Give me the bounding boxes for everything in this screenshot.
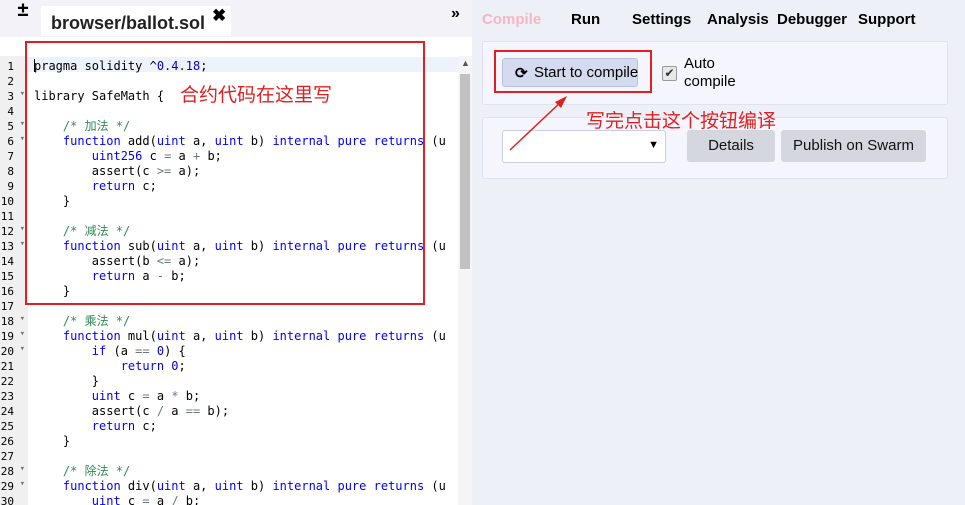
details-button-label: Details — [708, 137, 754, 154]
code-line: /* 除法 */ — [34, 464, 131, 478]
line-number: 26 — [0, 435, 14, 448]
auto-compile-label: Auto compile — [684, 55, 736, 90]
code-line: uint c = a / b; — [91, 494, 201, 505]
tab-compile[interactable]: Compile — [482, 11, 541, 28]
editor-scrollbar[interactable]: ▲ — [458, 56, 472, 505]
file-tab-bar: ± browser/ballot.sol ✖ » — [0, 0, 472, 37]
file-tab[interactable]: browser/ballot.sol ✖ — [41, 6, 231, 36]
new-file-icon[interactable]: ± — [13, 0, 33, 26]
code-line: return c; — [91, 419, 157, 433]
code-line: /* 乘法 */ — [34, 314, 131, 328]
auto-compile-checkbox[interactable]: ✔ — [662, 66, 677, 81]
scroll-up-icon[interactable]: ▲ — [461, 58, 470, 68]
fold-icon[interactable]: ▾ — [20, 464, 25, 474]
fold-icon[interactable]: ▾ — [20, 329, 25, 339]
line-number: 21 — [0, 360, 14, 373]
code-line: if (a == 0) { — [91, 344, 186, 358]
code-line: uint c = a * b; — [91, 389, 201, 403]
close-icon[interactable]: ✖ — [212, 6, 226, 26]
annotation-arrow — [509, 96, 567, 151]
line-number: 4 — [7, 105, 14, 118]
line-number: 5 ▾ — [7, 119, 25, 133]
fold-icon[interactable]: ▾ — [20, 344, 25, 354]
chevron-down-icon: ▼ — [648, 139, 659, 151]
code-line: } — [34, 374, 100, 388]
fold-icon[interactable]: ▾ — [20, 314, 25, 324]
line-number: 24 — [0, 405, 14, 418]
tab-support[interactable]: Support — [858, 11, 916, 28]
line-number: 18 ▾ — [0, 314, 25, 328]
line-number: 10 — [0, 195, 14, 208]
tab-settings[interactable]: Settings — [632, 11, 691, 28]
details-button[interactable]: Details — [687, 130, 775, 162]
tab-run[interactable]: Run — [571, 11, 600, 28]
line-number: 25 — [0, 420, 14, 433]
line-number: 29 ▾ — [0, 479, 25, 493]
scrollbar-thumb[interactable] — [460, 74, 470, 269]
line-number: 28 ▾ — [0, 464, 25, 478]
line-number: 2 — [7, 75, 14, 88]
code-line: return 0; — [120, 359, 186, 373]
line-number: 14 — [0, 255, 14, 268]
line-number: 17 — [0, 300, 14, 313]
line-number: 8 — [7, 165, 14, 178]
code-line: } — [34, 434, 71, 448]
publish-button-label: Publish on Swarm — [793, 137, 914, 154]
line-number: 19 ▾ — [0, 329, 25, 343]
panel-tabs: Compile Run Settings Analysis Debugger S… — [472, 0, 965, 37]
fold-icon[interactable]: ▾ — [20, 479, 25, 489]
line-number: 11 — [0, 210, 14, 223]
line-number: 3 ▾ — [7, 89, 25, 103]
line-number: 23 — [0, 390, 14, 403]
publish-on-swarm-button[interactable]: Publish on Swarm — [781, 130, 926, 162]
code-annotation: 合约代码在这里写 — [180, 85, 333, 106]
code-line: function div(uint a, uint b) internal pu… — [62, 479, 446, 493]
code-line: function mul(uint a, uint b) internal pu… — [62, 329, 446, 343]
line-number: 30 — [0, 495, 14, 505]
line-number-gutter: 1 2 3 ▾ 4 5 ▾ 6 ▾ 7 8 9 10 11 12 ▾ 13 ▾ 14 15 16 17 18 ▾ 19 ▾ 20 ▾ 2… — [0, 56, 28, 505]
code-line: assert(c / a == b); — [34, 404, 230, 418]
line-number: 13 ▾ — [0, 239, 25, 253]
line-number: 1 — [7, 60, 14, 73]
line-number: 27 — [0, 450, 14, 463]
line-number: 12 ▾ — [0, 224, 25, 238]
line-number: 22 — [0, 375, 14, 388]
line-number: 6 ▾ — [7, 134, 25, 148]
line-number: 15 — [0, 270, 14, 283]
button-annotation: 写完点击这个按钮编译 — [586, 111, 777, 132]
chevron-double-right-icon[interactable]: » — [451, 5, 460, 23]
line-number: 7 — [7, 150, 14, 163]
line-number: 16 — [0, 285, 14, 298]
line-number: 9 — [7, 180, 14, 193]
line-number: 20 ▾ — [0, 344, 25, 358]
button-highlight-box — [494, 50, 652, 93]
tab-debugger[interactable]: Debugger — [777, 11, 847, 28]
editor-pane: ± browser/ballot.sol ✖ » 1 2 3 ▾ 4 5 ▾ 6 ▾ 7 8 9 10 1… — [0, 0, 472, 505]
tab-analysis[interactable]: Analysis — [707, 11, 769, 28]
file-tab-label: browser/ballot.sol — [51, 13, 206, 33]
